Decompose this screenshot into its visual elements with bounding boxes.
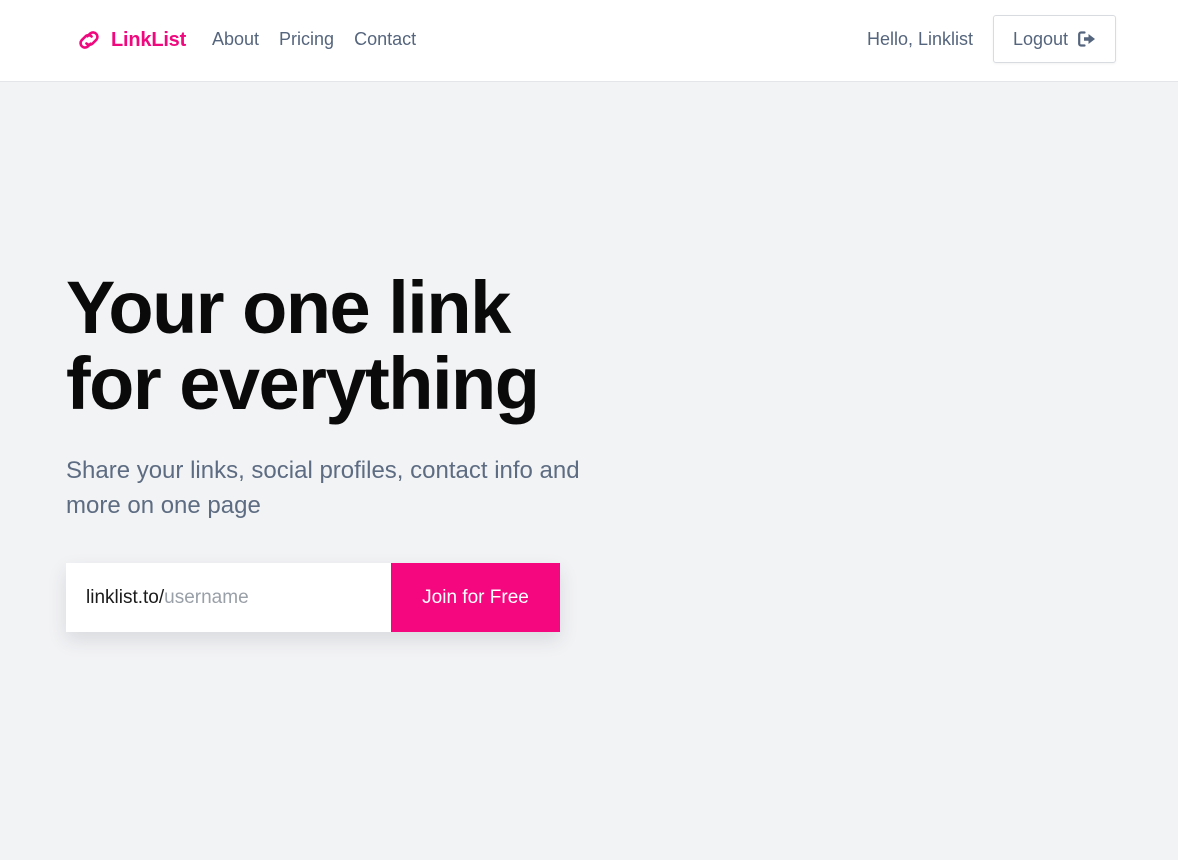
navbar: LinkList About Pricing Contact Hello, Li… [0,0,1178,82]
nav-link-contact[interactable]: Contact [354,27,416,51]
page: LinkList About Pricing Contact Hello, Li… [0,0,1178,860]
brand-logo-link[interactable]: LinkList [76,27,186,53]
hero-section: Your one link for everything Share your … [66,270,666,523]
chain-link-icon [79,31,99,49]
main-nav: About Pricing Contact [212,27,416,51]
hero-title: Your one link for everything [66,270,666,422]
username-url-field[interactable]: linklist.to/ [66,563,391,632]
url-prefix: linklist.to/ [86,586,165,608]
logout-label: Logout [1012,28,1069,49]
nav-link-about[interactable]: About [212,27,259,51]
user-greeting: Hello, Linklist [866,29,973,49]
hero-title-line-1: Your one link [66,266,511,349]
logout-button[interactable]: Logout [993,15,1116,63]
brand-name: LinkList [111,29,187,51]
hero-subtitle: Share your links, social profiles, conta… [66,457,580,519]
username-input[interactable] [164,586,315,609]
sign-out-icon [1078,31,1096,47]
signup-form: linklist.to/ Join for Free [66,563,560,632]
join-for-free-button[interactable]: Join for Free [391,563,560,632]
nav-link-pricing[interactable]: Pricing [279,27,334,51]
hero-title-line-2: for everything [66,342,540,425]
